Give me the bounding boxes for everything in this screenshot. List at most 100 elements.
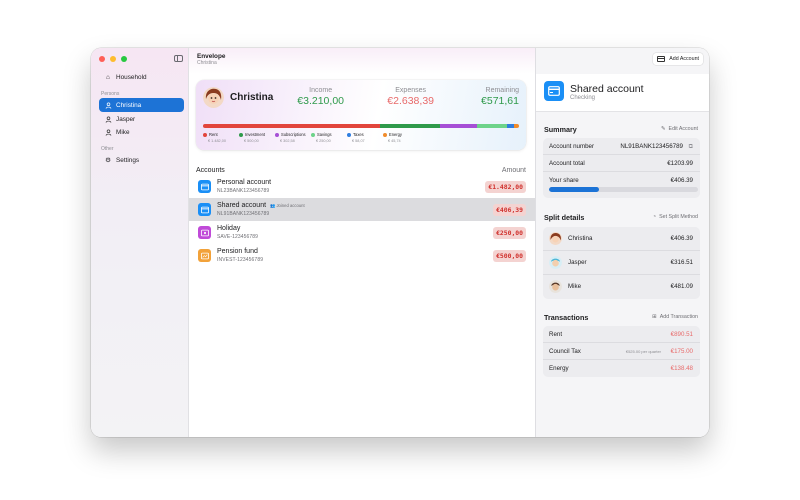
transactions-section-title: Transactions [544, 313, 589, 322]
expenses-stat: Expenses €2.638,39 [387, 87, 434, 107]
add-transaction-button[interactable]: ⊞ Add Transaction [652, 314, 698, 320]
transactions-group: Rent €890.51 Council Tax €525.00 per qua… [543, 326, 700, 377]
legend-label: Savings [311, 132, 344, 137]
account-name: Holiday [217, 225, 240, 232]
close-window-button[interactable] [99, 56, 105, 62]
share-progress-fill [549, 187, 600, 192]
avatar [549, 256, 562, 269]
account-row[interactable]: Personal account NL23BANK123456789 €1.482,… [189, 175, 535, 198]
expense-bar-segment [506, 124, 514, 128]
person-summary-card: Christina Income €3.210,00 Expenses €2.6… [196, 80, 526, 150]
account-total-value: €1203.99 [667, 160, 693, 167]
sidebar-item-household[interactable]: ⌂ Household [99, 70, 184, 84]
title-bar: Envelope Christina [189, 48, 535, 74]
account-amount: €1.482,00 [485, 181, 526, 193]
edit-account-button[interactable]: ✎ Edit Account [661, 126, 698, 132]
account-name: Shared account 👥 Joined account [217, 202, 305, 209]
legend-dot [383, 132, 387, 137]
account-name: Personal account [217, 179, 271, 186]
sidebar-item-settings[interactable]: ⚙ Settings [99, 153, 184, 167]
split-group: Christina €406.39 Jasper €316.51 Mike €4… [543, 227, 700, 299]
detail-panel: Add Account Shared account Checking Summ… [535, 48, 709, 437]
legend-item: Taxes € 58,07 [347, 132, 380, 143]
chart-icon [198, 249, 211, 262]
legend-dot [347, 132, 351, 137]
avatar [549, 232, 562, 245]
summary-group: Account number NL91BANK123456789 ⧉ Accou… [543, 138, 700, 198]
transaction-row[interactable]: Rent €890.51 [543, 326, 700, 343]
remaining-value: €571,61 [481, 95, 519, 107]
expense-bar-segment [440, 124, 477, 128]
account-amount: €500,00 [493, 250, 526, 262]
account-name-text: Pension fund [217, 248, 258, 255]
account-row[interactable]: Shared account 👥 Joined account NL91BANK12… [189, 198, 535, 221]
set-split-method-button[interactable]: ◔ Set Split Method [653, 214, 698, 220]
edit-account-label: Edit Account [668, 126, 698, 132]
account-row[interactable]: Pension fund INVEST-123456789 €500,00 [189, 244, 535, 267]
split-value: €406.39 [670, 235, 693, 242]
sidebar-item-mike[interactable]: Mike [99, 125, 184, 139]
zoom-window-button[interactable] [121, 56, 127, 62]
summary-section-title: Summary [544, 125, 577, 134]
legend-label: Subscriptions [275, 132, 308, 137]
split-value: €481.09 [670, 283, 693, 290]
transaction-value: €890.51 [670, 331, 693, 338]
account-name-text: Shared account [217, 202, 267, 209]
legend-name: Energy [389, 132, 402, 137]
legend-label: Rent [203, 132, 236, 137]
add-account-label: Add Account [669, 56, 699, 62]
legend-dot [239, 132, 243, 137]
legend-item: Investment € 500,00 [239, 132, 272, 143]
remaining-stat: Remaining €571,61 [481, 87, 519, 107]
avatar [549, 280, 562, 293]
amount-header: Amount [501, 167, 526, 174]
add-account-button[interactable]: Add Account [653, 53, 703, 65]
legend-amount: € 250,00 [316, 139, 331, 143]
legend-dot [203, 132, 207, 137]
sidebar-item-christina[interactable]: Christina [99, 98, 184, 112]
account-number-value: NL91BANK123456789 [620, 143, 683, 150]
joined-account-badge: 👥 Joined account [270, 203, 305, 208]
split-name: Mike [568, 283, 582, 290]
expenses-label: Expenses [395, 87, 427, 94]
sidebar: ⌂ Household Persons Christina Jasper Mik… [91, 48, 189, 437]
account-name-text: Holiday [217, 225, 241, 232]
account-name-text: Personal account [217, 179, 272, 186]
account-amount: €250,00 [493, 227, 526, 239]
your-share-label: Your share [549, 177, 579, 184]
legend-name: Subscriptions [281, 132, 306, 137]
sidebar-item-label: Settings [116, 156, 140, 164]
legend-name: Savings [317, 132, 332, 137]
sidebar-toggle-icon[interactable] [174, 55, 183, 62]
split-row: Christina €406.39 [543, 227, 700, 251]
person-icon [104, 128, 112, 136]
card-icon [657, 56, 666, 62]
house-icon: ⌂ [106, 73, 110, 81]
account-row[interactable]: Holiday SAVE-123456789 €250,00 [189, 221, 535, 244]
expense-bar-segment [513, 124, 519, 128]
minimize-window-button[interactable] [110, 56, 116, 62]
account-number: SAVE-123456789 [217, 234, 259, 240]
person-icon [104, 115, 112, 123]
card-icon [198, 203, 211, 216]
split-value: €316.51 [670, 259, 693, 266]
account-number: NL91BANK123456789 [217, 211, 270, 217]
transaction-row[interactable]: Council Tax €525.00 per quarter €175.00 [543, 343, 700, 360]
card-icon [544, 81, 564, 101]
split-name: Jasper [568, 259, 587, 266]
account-number-row: Account number NL91BANK123456789 ⧉ [543, 138, 700, 155]
sidebar-section-other: Other [101, 146, 114, 152]
legend-amount: € 58,07 [352, 139, 365, 143]
sidebar-item-jasper[interactable]: Jasper [99, 112, 184, 126]
clock-icon: ◔ [652, 214, 657, 220]
person-icon [104, 101, 112, 109]
sidebar-item-label: Mike [116, 128, 130, 136]
income-value: €3.210,00 [297, 95, 344, 107]
add-transaction-label: Add Transaction [659, 314, 698, 320]
legend-name: Investment [245, 132, 266, 137]
joined-account-text: Joined account [276, 203, 305, 208]
pencil-icon: ✎ [660, 126, 666, 132]
savings-icon [198, 226, 211, 239]
transaction-row[interactable]: Energy €138.48 [543, 360, 700, 377]
copy-icon[interactable]: ⧉ [689, 143, 693, 151]
